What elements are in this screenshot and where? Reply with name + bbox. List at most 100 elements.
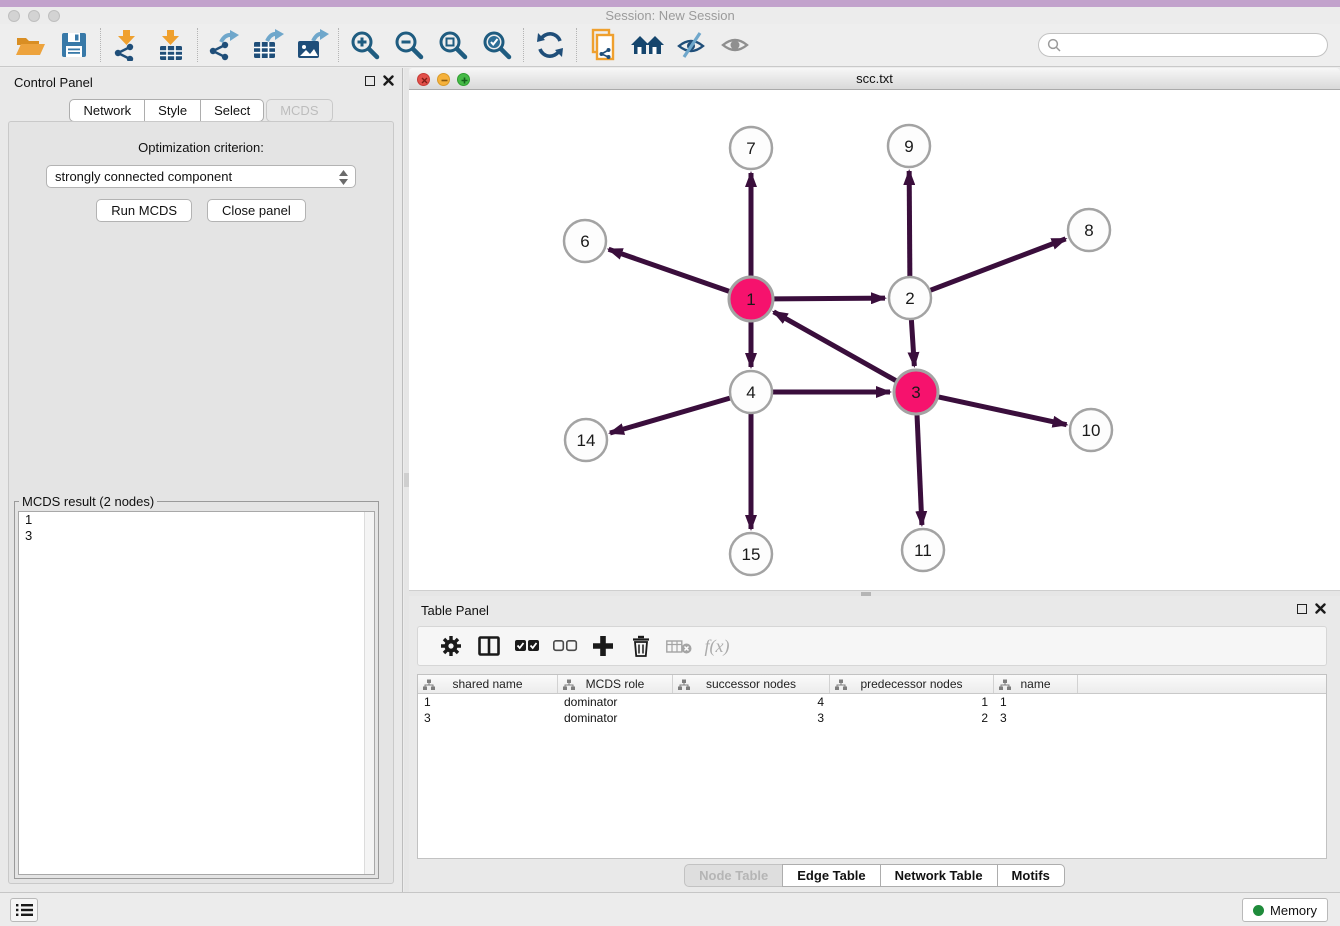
column-header-name[interactable]: name — [994, 675, 1078, 693]
hierarchy-icon — [423, 679, 435, 691]
network-canvas[interactable]: 7 9 6 8 1 2 4 3 14 10 15 11 — [409, 90, 1340, 590]
tab-style[interactable]: Style — [144, 99, 201, 122]
table-cell[interactable]: 3 — [994, 710, 1078, 726]
node-label: 7 — [746, 139, 755, 158]
add-column-button[interactable] — [584, 629, 622, 663]
node-4[interactable]: 4 — [730, 371, 772, 413]
close-table-panel-icon[interactable] — [1315, 603, 1326, 614]
table-cell[interactable]: 2 — [830, 710, 994, 726]
hierarchy-icon — [563, 679, 575, 691]
edge-2-3[interactable] — [911, 320, 914, 366]
node-7[interactable]: 7 — [730, 127, 772, 169]
show-all-button[interactable] — [713, 26, 757, 64]
toolbar-separator — [338, 28, 339, 62]
table-cell[interactable]: dominator — [558, 694, 673, 710]
status-bar: Memory — [0, 892, 1340, 926]
zoom-fit-icon — [437, 29, 469, 61]
delete-column-button[interactable] — [622, 629, 660, 663]
column-header-MCDS-role[interactable]: MCDS role — [558, 675, 673, 693]
tab-network[interactable]: Network — [69, 99, 145, 122]
table-cell[interactable]: dominator — [558, 710, 673, 726]
export-image-button[interactable] — [290, 26, 334, 64]
memory-button[interactable]: Memory — [1242, 898, 1328, 922]
network-file-button[interactable] — [581, 26, 625, 64]
zoom-fit-button[interactable] — [431, 26, 475, 64]
node-1[interactable]: 1 — [729, 277, 773, 321]
zoom-selected-button[interactable] — [475, 26, 519, 64]
edge-1-2[interactable] — [774, 298, 885, 299]
network-graph[interactable]: 7 9 6 8 1 2 4 3 14 10 15 11 — [409, 90, 1340, 590]
tab-select[interactable]: Select — [200, 99, 264, 122]
tab-mcds[interactable]: MCDS — [266, 99, 332, 122]
column-header-predecessor-nodes[interactable]: predecessor nodes — [830, 675, 994, 693]
node-8[interactable]: 8 — [1068, 209, 1110, 251]
node-10[interactable]: 10 — [1070, 409, 1112, 451]
edge-4-14[interactable] — [610, 398, 730, 433]
float-panel-icon[interactable] — [365, 76, 375, 86]
select-all-columns-button[interactable] — [508, 629, 546, 663]
trash-icon — [631, 635, 651, 657]
node-11[interactable]: 11 — [902, 529, 944, 571]
delete-table-button — [660, 629, 698, 663]
import-table-button[interactable] — [149, 26, 193, 64]
table-cell[interactable]: 1 — [994, 694, 1078, 710]
edge-3-11[interactable] — [917, 415, 922, 525]
open-session-button[interactable] — [8, 26, 52, 64]
result-scrollbar[interactable] — [364, 512, 374, 874]
column-layout-button[interactable] — [470, 629, 508, 663]
tab-node-table[interactable]: Node Table — [684, 864, 783, 887]
node-3[interactable]: 3 — [894, 370, 938, 414]
node-15[interactable]: 15 — [730, 533, 772, 575]
zoom-in-button[interactable] — [343, 26, 387, 64]
apply-layout-button[interactable] — [528, 26, 572, 64]
table-cell[interactable]: 4 — [673, 694, 830, 710]
column-header-successor-nodes[interactable]: successor nodes — [673, 675, 830, 693]
edge-2-9[interactable] — [909, 171, 910, 276]
task-history-button[interactable] — [10, 898, 38, 922]
node-2[interactable]: 2 — [889, 277, 931, 319]
node-14[interactable]: 14 — [565, 419, 607, 461]
table-cell[interactable]: 1 — [418, 694, 558, 710]
tab-edge-table[interactable]: Edge Table — [782, 864, 880, 887]
tab-motifs[interactable]: Motifs — [997, 864, 1065, 887]
import-network-button[interactable] — [105, 26, 149, 64]
table-cell[interactable]: 1 — [830, 694, 994, 710]
close-panel-icon[interactable] — [383, 75, 394, 86]
network-window-titlebar[interactable]: scc.txt — [409, 68, 1340, 90]
float-table-panel-icon[interactable] — [1297, 604, 1307, 614]
eye-icon — [719, 30, 751, 60]
tab-network-table[interactable]: Network Table — [880, 864, 998, 887]
app-titlebar[interactable]: Session: New Session — [0, 7, 1340, 24]
export-network-button[interactable] — [202, 26, 246, 64]
table-row[interactable]: 3dominator323 — [418, 710, 1326, 726]
table-row[interactable]: 1dominator411 — [418, 694, 1326, 710]
gear-icon — [440, 635, 462, 657]
home-button[interactable] — [625, 26, 669, 64]
export-table-button[interactable] — [246, 26, 290, 64]
node-6[interactable]: 6 — [564, 220, 606, 262]
run-mcds-button[interactable]: Run MCDS — [96, 199, 192, 222]
zoom-out-button[interactable] — [387, 26, 431, 64]
edge-2-8[interactable] — [931, 239, 1066, 290]
node-label: 3 — [911, 383, 920, 402]
edge-3-10[interactable] — [938, 397, 1066, 425]
table-cell[interactable]: 3 — [418, 710, 558, 726]
criterion-select[interactable]: strongly connected component — [46, 165, 356, 188]
edge-3-1[interactable] — [774, 312, 896, 381]
column-label: MCDS role — [586, 677, 645, 691]
deselect-all-columns-button[interactable] — [546, 629, 584, 663]
mcds-result-text[interactable]: 13 — [18, 511, 375, 875]
node-9[interactable]: 9 — [888, 125, 930, 167]
close-panel-button[interactable]: Close panel — [207, 199, 306, 222]
search-field[interactable] — [1038, 33, 1328, 57]
hide-selected-button[interactable] — [669, 26, 713, 64]
table-settings-button[interactable] — [432, 629, 470, 663]
mcds-result-lines: 13 — [19, 512, 374, 544]
table-cell[interactable]: 3 — [673, 710, 830, 726]
search-input[interactable] — [1066, 38, 1319, 53]
edge-1-6[interactable] — [609, 249, 730, 291]
column-header-shared-name[interactable]: shared name — [418, 675, 558, 693]
criterion-selected-value: strongly connected component — [55, 169, 232, 184]
save-session-button[interactable] — [52, 26, 96, 64]
node-label: 15 — [742, 545, 761, 564]
